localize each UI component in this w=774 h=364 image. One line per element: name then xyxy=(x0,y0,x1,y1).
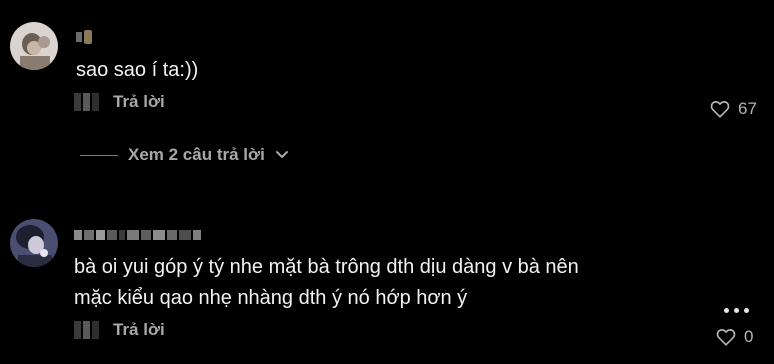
avatar[interactable] xyxy=(10,22,58,70)
comment-text: mặc kiểu qao nhẹ nhàng dth ý nó hớp hơn … xyxy=(74,287,468,309)
like-count: 67 xyxy=(738,99,757,118)
avatar-image xyxy=(10,219,58,267)
view-replies-button[interactable]: Xem 2 câu trả lời xyxy=(80,145,289,165)
comment-actions: Trả lời xyxy=(74,320,165,340)
comment-item: sao sao í ta:)) Trả lời 67 Xem 2 câu trả… xyxy=(0,0,774,200)
more-horizontal-icon xyxy=(723,307,729,313)
comment-item: bà oi yui góp ý tý nhe mặt bà trông dth … xyxy=(0,200,774,364)
chevron-down-icon xyxy=(275,151,288,159)
divider-line xyxy=(80,154,118,156)
more-options-button[interactable] xyxy=(718,300,754,320)
reply-button[interactable]: Trả lời xyxy=(113,320,165,340)
comment-date xyxy=(74,321,99,339)
comment-date xyxy=(74,93,99,111)
avatar-image xyxy=(10,22,58,70)
heart-outline-icon xyxy=(716,329,736,346)
comment-text: sao sao í ta:)) xyxy=(76,59,199,81)
like-count: 0 xyxy=(744,327,754,346)
like-button[interactable]: 0 xyxy=(716,327,753,347)
heart-outline-icon xyxy=(710,101,730,118)
avatar[interactable] xyxy=(10,219,58,267)
like-button[interactable]: 67 xyxy=(710,99,757,119)
comment-actions: Trả lời xyxy=(74,92,165,112)
username[interactable] xyxy=(74,228,201,242)
comment-text: bà oi yui góp ý tý nhe mặt bà trông dth … xyxy=(74,256,579,278)
reply-button[interactable]: Trả lời xyxy=(113,92,165,112)
view-replies-label: Xem 2 câu trả lời xyxy=(128,145,265,164)
username[interactable] xyxy=(76,30,92,44)
